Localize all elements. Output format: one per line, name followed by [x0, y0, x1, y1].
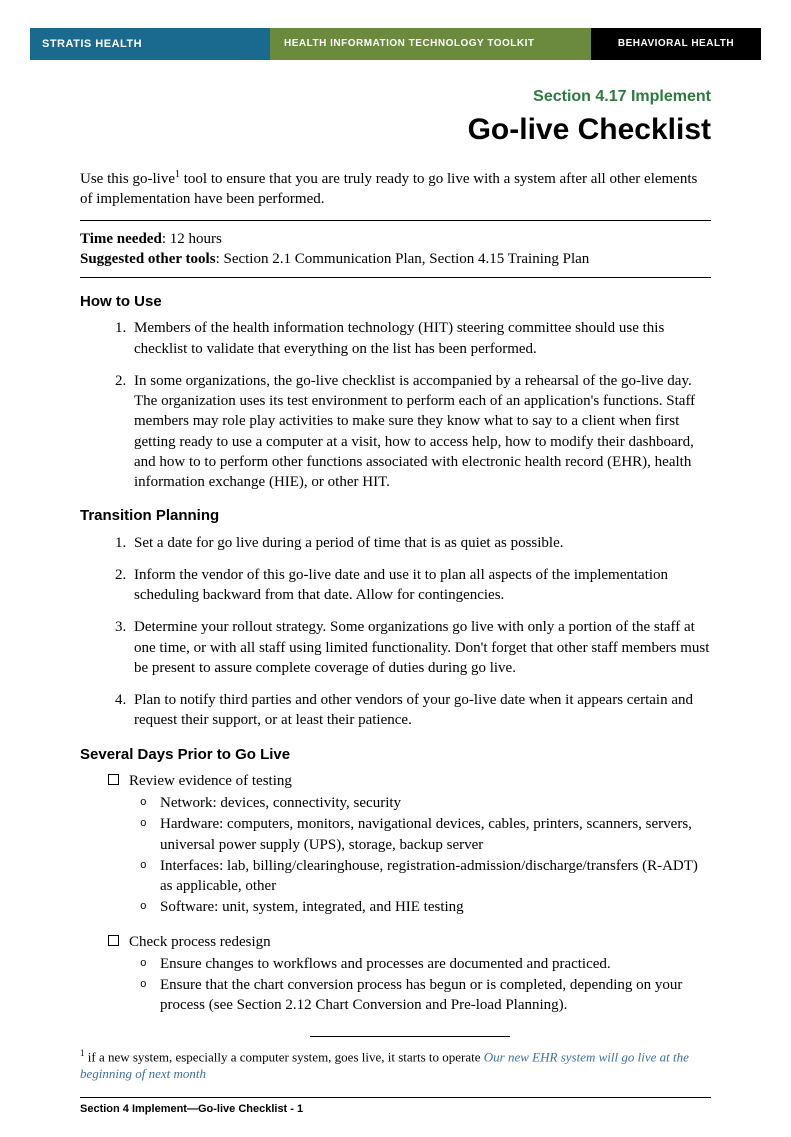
sub-list: Network: devices, connectivity, security… [108, 793, 711, 918]
footer-divider [80, 1097, 711, 1098]
check-item-label: Review evidence of testing [129, 771, 292, 791]
checkbox-icon [108, 774, 119, 785]
divider [80, 220, 711, 221]
list-item: Plan to notify third parties and other v… [130, 690, 711, 731]
how-to-use-list: Members of the health information techno… [80, 318, 711, 492]
time-needed-row: Time needed: 12 hours [80, 229, 711, 249]
check-row: Check process redesign [108, 932, 711, 952]
transition-heading: Transition Planning [80, 506, 711, 526]
check-item: Review evidence of testing Network: devi… [108, 771, 711, 918]
suggested-tools-label: Suggested other tools [80, 251, 216, 267]
list-item: Network: devices, connectivity, security [160, 793, 711, 813]
header-bar: STRATIS HEALTH HEALTH INFORMATION TECHNO… [30, 28, 761, 60]
transition-list: Set a date for go live during a period o… [80, 533, 711, 731]
checklist: Review evidence of testing Network: devi… [80, 771, 711, 1016]
list-item: Ensure changes to workflows and processe… [160, 954, 711, 974]
intro-pre: Use this go-live [80, 171, 175, 187]
page-title: Go-live Checklist [30, 110, 711, 151]
check-item-label: Check process redesign [129, 932, 271, 952]
check-row: Review evidence of testing [108, 771, 711, 791]
list-item: Inform the vendor of this go-live date a… [130, 565, 711, 606]
footer-text: Section 4 Implement—Go-live Checklist - … [80, 1102, 711, 1117]
list-item: Software: unit, system, integrated, and … [160, 897, 711, 917]
checkbox-icon [108, 935, 119, 946]
divider [80, 277, 711, 278]
list-item: Hardware: computers, monitors, navigatio… [160, 814, 711, 855]
time-needed-label: Time needed [80, 231, 162, 247]
time-needed-value: : 12 hours [162, 231, 222, 247]
sub-list: Ensure changes to workflows and processe… [108, 954, 711, 1016]
footnote: 1 if a new system, especially a computer… [80, 1047, 711, 1083]
meta-block: Time needed: 12 hours Suggested other to… [80, 229, 711, 270]
list-item: In some organizations, the go-live check… [130, 371, 711, 493]
suggested-tools-row: Suggested other tools: Section 2.1 Commu… [80, 249, 711, 269]
intro-paragraph: Use this go-live1 tool to ensure that yo… [80, 168, 711, 210]
prior-heading: Several Days Prior to Go Live [80, 745, 711, 765]
list-item: Determine your rollout strategy. Some or… [130, 617, 711, 678]
check-item: Check process redesign Ensure changes to… [108, 932, 711, 1016]
content: Use this go-live1 tool to ensure that yo… [30, 168, 761, 1117]
how-to-use-heading: How to Use [80, 292, 711, 312]
footnote-divider [310, 1036, 510, 1037]
list-item: Set a date for go live during a period o… [130, 533, 711, 553]
suggested-tools-value: : Section 2.1 Communication Plan, Sectio… [216, 251, 590, 267]
footnote-text: if a new system, especially a computer s… [85, 1049, 484, 1064]
header-brand: STRATIS HEALTH [30, 28, 270, 60]
header-toolkit: HEALTH INFORMATION TECHNOLOGY TOOLKIT [270, 28, 591, 60]
page: STRATIS HEALTH HEALTH INFORMATION TECHNO… [0, 0, 791, 1137]
list-item: Ensure that the chart conversion process… [160, 975, 711, 1016]
section-label: Section 4.17 Implement [30, 86, 711, 108]
list-item: Members of the health information techno… [130, 318, 711, 359]
header-category: BEHAVIORAL HEALTH [591, 28, 761, 60]
list-item: Interfaces: lab, billing/clearinghouse, … [160, 856, 711, 897]
